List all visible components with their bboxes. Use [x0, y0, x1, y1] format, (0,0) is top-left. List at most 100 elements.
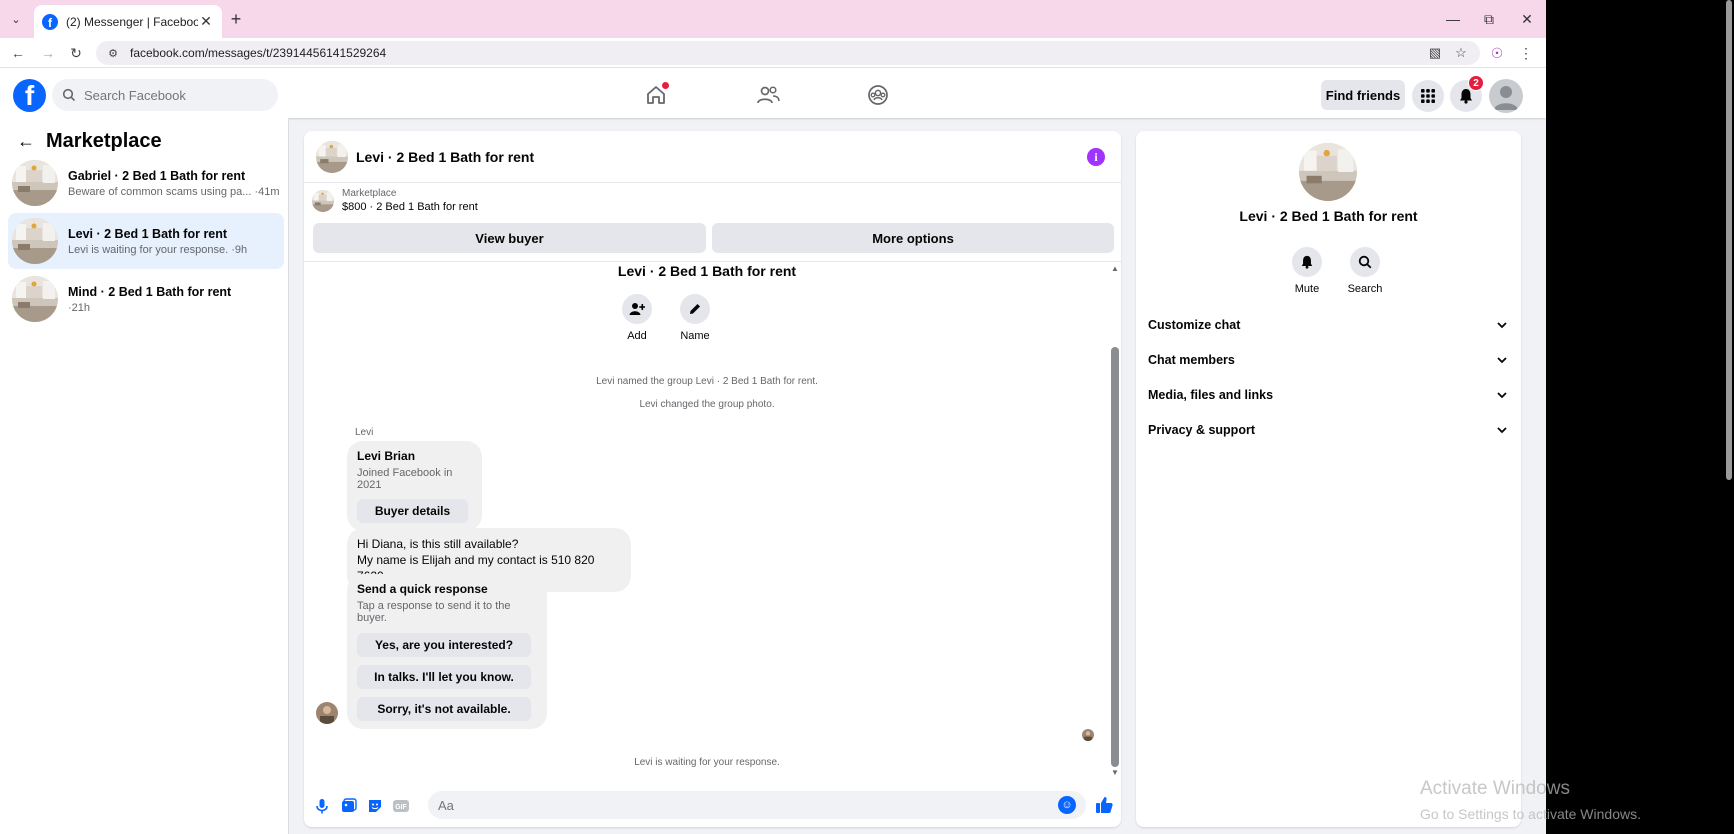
customize-chat-section[interactable]: Customize chat — [1148, 311, 1509, 339]
new-tab-icon[interactable]: + — [226, 9, 246, 29]
quick-response-sorry-button[interactable]: Sorry, it's not available. — [357, 697, 531, 721]
account-avatar[interactable] — [1489, 79, 1523, 113]
section-label: Media, files and links — [1148, 388, 1274, 402]
mute-button[interactable]: Mute — [1282, 247, 1332, 295]
section-label: Privacy & support — [1148, 423, 1255, 437]
buyer-card: Levi Brian Joined Facebook in 2021 Buyer… — [347, 441, 482, 531]
add-person-icon — [622, 294, 652, 324]
search-icon — [62, 88, 76, 102]
activate-windows-watermark: Activate Windows Go to Settings to activ… — [1420, 778, 1641, 822]
svg-text:GIF: GIF — [395, 804, 407, 811]
find-friends-button[interactable]: Find friends — [1321, 80, 1405, 110]
sender-name: Levi — [355, 427, 374, 438]
facebook-favicon-icon: f — [42, 13, 58, 30]
listing-summary[interactable]: Marketplace $800 · 2 Bed 1 Bath for rent — [312, 188, 478, 213]
forward-icon[interactable]: → — [38, 43, 58, 63]
friends-icon[interactable] — [755, 82, 781, 108]
conversation-name: Gabriel · 2 Bed 1 Bath for rent — [68, 168, 246, 183]
waiting-message: Levi is waiting for your response. — [634, 757, 780, 768]
browser-tab[interactable]: f (2) Messenger | Facebook ✕ — [34, 5, 222, 38]
more-options-button[interactable]: More options — [712, 223, 1114, 253]
window-close-icon[interactable]: ✕ — [1516, 8, 1538, 30]
gif-icon[interactable]: GIF — [392, 797, 410, 815]
chat-info-panel: Levi · 2 Bed 1 Bath for rent Mute Search… — [1136, 131, 1521, 827]
conversation-item[interactable]: Gabriel · 2 Bed 1 Bath for rent Beware o… — [8, 155, 284, 211]
desktop-background — [1546, 0, 1734, 834]
reload-icon[interactable]: ↻ — [66, 43, 86, 63]
message-input-box[interactable]: ☺ — [428, 791, 1086, 819]
conversation-item[interactable]: Mind · 2 Bed 1 Bath for rent ·21h — [8, 271, 284, 327]
quick-response-yes-button[interactable]: Yes, are you interested? — [357, 633, 531, 657]
sticker-icon[interactable] — [366, 797, 384, 815]
bookmark-star-icon[interactable]: ☆ — [1452, 44, 1470, 62]
message-composer: GIF ☺ — [304, 783, 1121, 827]
listing-thumbnail — [12, 160, 58, 206]
site-info-icon[interactable]: ⚙ — [106, 46, 120, 60]
media-files-links-section[interactable]: Media, files and links — [1148, 381, 1509, 409]
menu-grid-icon[interactable] — [1412, 80, 1444, 112]
view-buyer-button[interactable]: View buyer — [313, 223, 706, 253]
conversation-preview: Beware of common scams using pa... ·41m — [68, 185, 280, 198]
listing-thumbnail — [312, 190, 334, 212]
search-in-chat-button[interactable]: Search — [1340, 247, 1390, 295]
section-label: Customize chat — [1148, 318, 1241, 332]
microphone-icon[interactable] — [313, 797, 331, 815]
add-people-button[interactable]: Add — [607, 294, 667, 342]
profile-icon[interactable]: ☉ — [1487, 43, 1507, 63]
chevron-down-icon — [1497, 392, 1507, 399]
back-arrow-icon[interactable]: ← — [14, 129, 38, 153]
quick-response-subtitle: Tap a response to send it to the buyer. — [357, 600, 511, 624]
conversation-preview: ·21h — [68, 301, 91, 314]
conversation-item-active[interactable]: Levi · 2 Bed 1 Bath for rent Levi is wai… — [8, 213, 284, 269]
tab-search-dropdown-icon[interactable]: ⌄ — [6, 9, 26, 29]
divider — [304, 261, 1121, 262]
conversation-photo[interactable] — [1299, 143, 1357, 201]
chat-members-section[interactable]: Chat members — [1148, 346, 1509, 374]
watermark-subtitle: Go to Settings to activate Windows. — [1420, 806, 1641, 822]
facebook-logo-icon[interactable]: f — [13, 79, 46, 112]
chevron-down-icon — [1497, 427, 1507, 434]
home-icon[interactable] — [643, 82, 669, 108]
install-app-icon[interactable]: ▧ — [1426, 44, 1444, 62]
tab-close-icon[interactable]: ✕ — [198, 13, 214, 30]
info-icon[interactable]: i — [1087, 148, 1105, 166]
seen-by-avatar — [1082, 729, 1094, 741]
buyer-details-button[interactable]: Buyer details — [357, 499, 468, 523]
address-bar[interactable]: ⚙ facebook.com/messages/t/23914456141529… — [96, 41, 1480, 65]
privacy-support-section[interactable]: Privacy & support — [1148, 416, 1509, 444]
facebook-search-input[interactable] — [84, 87, 254, 103]
chat-avatar[interactable] — [316, 141, 348, 173]
browser-window: ⌄ f (2) Messenger | Facebook ✕ + — ⧉ ✕ ←… — [0, 0, 1546, 834]
pencil-icon — [680, 294, 710, 324]
mute-label: Mute — [1294, 283, 1320, 295]
buyer-name: Levi Brian — [357, 449, 416, 463]
scroll-up-icon[interactable]: ▲ — [1110, 264, 1120, 274]
message-input[interactable] — [438, 797, 1058, 813]
restore-icon[interactable]: ⧉ — [1478, 8, 1500, 30]
notification-badge: 2 — [1468, 75, 1484, 91]
conversation-name: Mind · 2 Bed 1 Bath for rent — [68, 284, 232, 299]
quick-response-title: Send a quick response — [357, 582, 488, 596]
sidebar-title: Marketplace — [46, 129, 162, 152]
back-icon[interactable]: ← — [8, 43, 28, 63]
page-scrollbar[interactable] — [1726, 0, 1732, 480]
minimize-icon[interactable]: — — [1442, 8, 1464, 30]
tab-title: (2) Messenger | Facebook — [66, 14, 198, 29]
scroll-down-icon[interactable]: ▼ — [1110, 768, 1120, 778]
groups-icon[interactable] — [865, 82, 891, 108]
emoji-icon[interactable]: ☺ — [1058, 796, 1076, 814]
listing-source: Marketplace — [342, 188, 397, 199]
browser-menu-icon[interactable]: ⋮ — [1516, 43, 1536, 63]
photo-icon[interactable] — [340, 797, 358, 815]
browser-toolbar: ← → ↻ ⚙ facebook.com/messages/t/23914456… — [0, 38, 1546, 68]
chat-scrollbar[interactable] — [1111, 347, 1119, 767]
url-text[interactable]: facebook.com/messages/t/2391445614152926… — [130, 46, 1418, 60]
quick-response-talks-button[interactable]: In talks. I'll let you know. — [357, 665, 531, 689]
name-group-button[interactable]: Name — [665, 294, 725, 342]
name-label: Name — [680, 330, 710, 342]
thumbs-up-icon[interactable] — [1094, 795, 1114, 815]
facebook-search[interactable] — [52, 79, 278, 111]
sender-avatar[interactable] — [316, 702, 338, 724]
chat-title[interactable]: Levi · 2 Bed 1 Bath for rent — [356, 149, 534, 165]
listing-thumbnail — [12, 276, 58, 322]
